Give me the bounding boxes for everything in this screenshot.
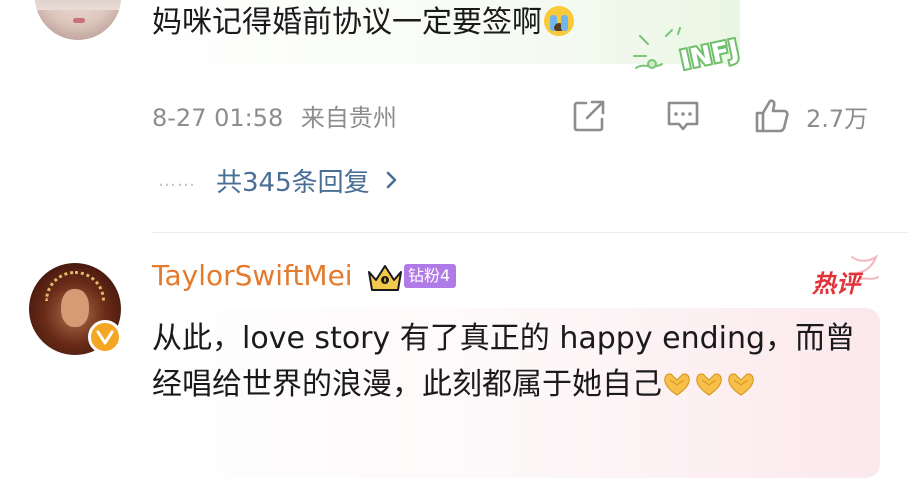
thumbs-up-icon: [755, 99, 789, 133]
chevron-right-icon: [384, 168, 400, 192]
infj-badge-icon: INFJ: [633, 27, 744, 76]
infj-decoration: [633, 27, 681, 69]
comment-time: 8-27 01:58: [152, 104, 284, 132]
like-count: 2.7万: [806, 104, 869, 133]
divider: [152, 232, 908, 233]
verified-badge-icon: [88, 320, 122, 354]
infj-letters: INFJ: [676, 33, 744, 76]
crown-icon: [368, 265, 402, 291]
infj-badge-label: INFJ: [678, 35, 742, 76]
comment-meta: 8-27 01:58 来自贵州: [152, 98, 397, 133]
heart-hands-icon: [664, 373, 690, 396]
fan-level-badge: 钻粉4: [404, 264, 457, 288]
comment-text: 妈咪记得婚前协议一定要签啊: [152, 4, 574, 42]
avatar-hair: [35, 0, 121, 10]
heart-hands-icon: [728, 373, 754, 396]
crying-face-icon: [544, 6, 574, 36]
replies-dots: ……: [158, 169, 196, 191]
hot-comment-label: 热评: [812, 270, 860, 298]
avatar-lips: [73, 18, 85, 23]
avatar-headpiece: [45, 271, 105, 301]
replies-count-label: 共345条回复: [216, 167, 370, 198]
share-button[interactable]: [570, 96, 608, 136]
heart-hands-icon: [696, 373, 722, 396]
like-button[interactable]: 2.7万: [752, 96, 868, 136]
avatar[interactable]: [35, 0, 121, 40]
replies-link[interactable]: …… 共345条回复: [158, 160, 400, 200]
comment-text-content: 妈咪记得婚前协议一定要签啊: [152, 5, 542, 40]
reply-button[interactable]: [664, 96, 702, 136]
share-icon: [573, 100, 605, 132]
comment-text: 从此，love story 有了真正的 happy ending，而曾经唱给世界…: [152, 316, 872, 408]
comment-icon: [667, 101, 699, 131]
emoji-row: [662, 367, 758, 402]
comment-location: 来自贵州: [300, 104, 397, 132]
username[interactable]: TaylorSwiftMei: [152, 259, 353, 292]
